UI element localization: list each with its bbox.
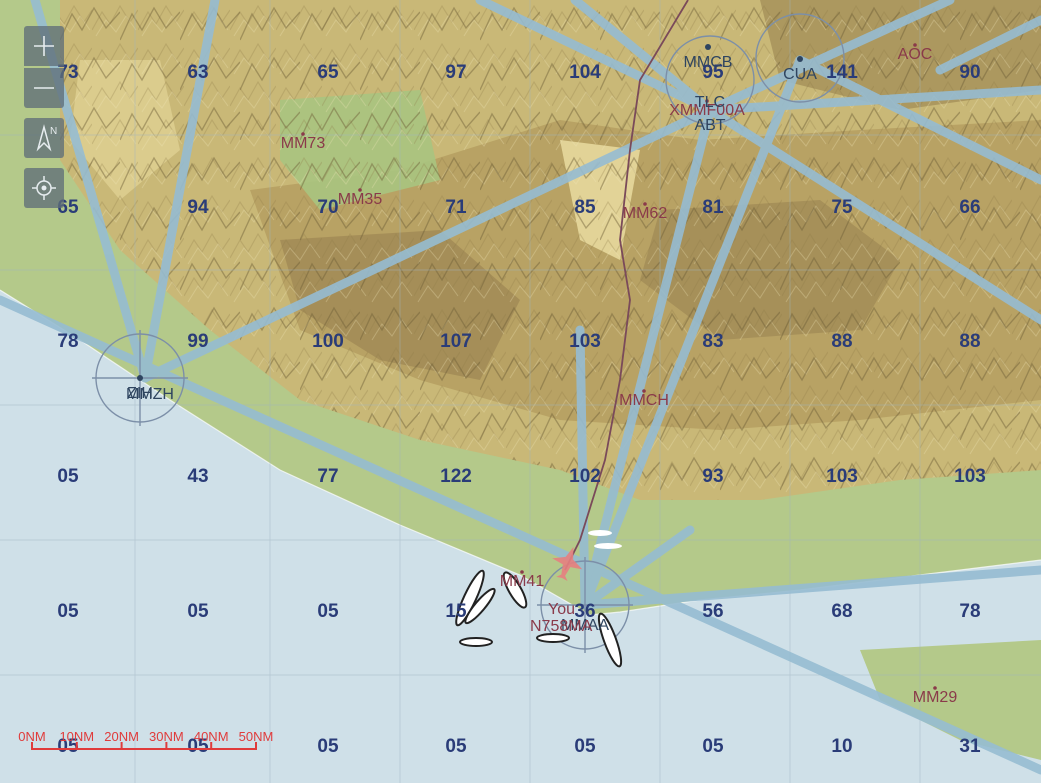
north-arrow-icon: N bbox=[36, 124, 57, 152]
grid-number: 122 bbox=[440, 466, 472, 487]
crosshair-icon bbox=[32, 176, 56, 200]
grid-number: 75 bbox=[831, 197, 853, 218]
grid-number: 05 bbox=[574, 736, 596, 757]
airport-label[interactable]: MMZH bbox=[126, 386, 174, 403]
minus-icon bbox=[34, 87, 54, 89]
ownship-label: You bbox=[548, 601, 575, 618]
grid-number: 102 bbox=[569, 466, 601, 487]
grid-number: 77 bbox=[317, 466, 338, 487]
grid-number: 71 bbox=[445, 197, 467, 218]
scale-label: 10NM bbox=[59, 729, 94, 744]
locate-button[interactable] bbox=[24, 168, 64, 208]
grid-number: 05 bbox=[187, 601, 209, 622]
north-letter: N bbox=[50, 126, 57, 137]
scale-label: 0NM bbox=[18, 729, 45, 744]
grid-number: 107 bbox=[440, 331, 472, 352]
grid-number: 70 bbox=[317, 197, 338, 218]
airport-marker[interactable] bbox=[705, 44, 711, 50]
scale-label: 50NM bbox=[239, 729, 274, 744]
scale-label: 30NM bbox=[149, 729, 184, 744]
grid-number: 90 bbox=[959, 62, 980, 83]
grid-number: 97 bbox=[445, 62, 466, 83]
grid-number: 78 bbox=[959, 601, 980, 622]
airport-marker[interactable] bbox=[137, 375, 143, 381]
grid-number: 83 bbox=[702, 331, 723, 352]
grid-number: 31 bbox=[959, 736, 981, 757]
grid-number: 100 bbox=[312, 331, 344, 352]
map-canvas[interactable]: 73 63 65 97 104 95 141 9065 94 70 71 85 81 75 6678 99 10… bbox=[0, 0, 1041, 783]
north-up-button[interactable]: N bbox=[24, 118, 64, 158]
zoom-out-button[interactable] bbox=[24, 68, 64, 108]
plus-icon bbox=[34, 36, 54, 56]
waypoint-label[interactable]: MMCH bbox=[619, 392, 669, 409]
grid-number: 65 bbox=[317, 62, 339, 83]
grid-number: 99 bbox=[187, 331, 208, 352]
airport-label[interactable]: CUA bbox=[783, 66, 817, 83]
grid-number: 88 bbox=[959, 331, 980, 352]
zoom-in-button[interactable] bbox=[24, 26, 64, 66]
waypoint-label[interactable]: AOC bbox=[898, 46, 933, 63]
ownship-callsign: N758MA bbox=[530, 618, 593, 635]
grid-number: 66 bbox=[959, 197, 980, 218]
grid-number: 104 bbox=[569, 62, 601, 83]
airport-label[interactable]: MMCB bbox=[684, 54, 733, 71]
grid-number: 141 bbox=[826, 62, 858, 83]
scale-label: 20NM bbox=[104, 729, 139, 744]
waypoint-label[interactable]: MM73 bbox=[281, 135, 326, 152]
grid-number: 10 bbox=[831, 736, 852, 757]
grid-number: 85 bbox=[574, 197, 596, 218]
grid-number: 05 bbox=[57, 601, 79, 622]
waypoint-label[interactable]: MM41 bbox=[500, 573, 545, 590]
grid-number: 103 bbox=[826, 466, 858, 487]
airport-label[interactable]: ABT bbox=[694, 117, 725, 134]
grid-number: 15 bbox=[445, 601, 467, 622]
grid-number: 81 bbox=[702, 197, 724, 218]
grid-number: 43 bbox=[187, 466, 208, 487]
grid-number: 94 bbox=[187, 197, 209, 218]
grid-number: 56 bbox=[702, 601, 723, 622]
grid-number: 88 bbox=[831, 331, 852, 352]
grid-number: 103 bbox=[569, 331, 601, 352]
scale-label: 40NM bbox=[194, 729, 229, 744]
grid-number: 05 bbox=[445, 736, 467, 757]
airport-marker[interactable] bbox=[797, 56, 803, 62]
grid-number: 78 bbox=[57, 331, 78, 352]
waypoint-label[interactable]: MM35 bbox=[338, 191, 383, 208]
waypoint-label[interactable]: MM62 bbox=[623, 205, 668, 222]
grid-number: 05 bbox=[317, 736, 339, 757]
grid-number: 93 bbox=[702, 466, 723, 487]
grid-number: 05 bbox=[702, 736, 724, 757]
waypoint-label[interactable]: MM29 bbox=[913, 689, 958, 706]
grid-number: 05 bbox=[317, 601, 339, 622]
grid-number: 05 bbox=[57, 466, 79, 487]
airport-label[interactable]: TLC bbox=[695, 94, 725, 111]
grid-number: 68 bbox=[831, 601, 852, 622]
grid-number: 103 bbox=[954, 466, 986, 487]
grid-number: 63 bbox=[187, 62, 208, 83]
